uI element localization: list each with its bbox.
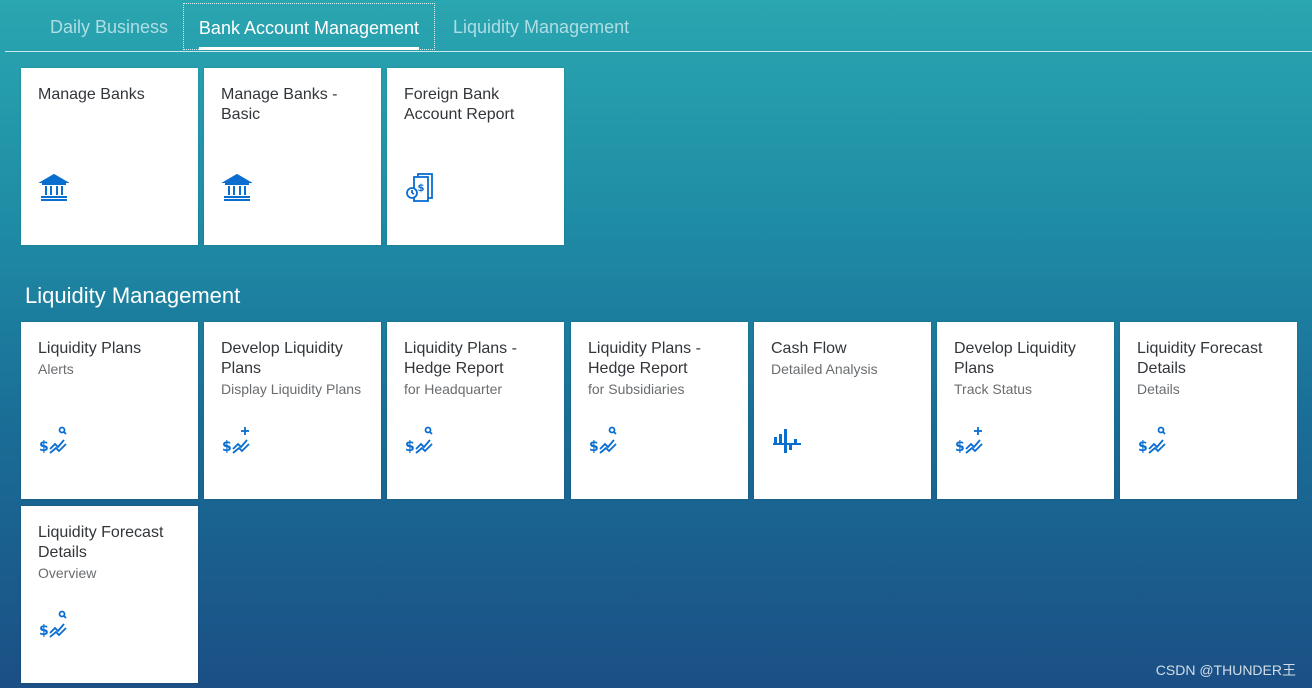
svg-text:$: $ xyxy=(1138,439,1148,455)
bank-icon xyxy=(38,171,70,203)
tile-manage-banks-basic[interactable]: Manage Banks - Basic xyxy=(204,68,381,245)
tile-title: Develop Liquidity Plans Track Status xyxy=(954,339,1102,399)
tile-subtitle: Display Liquidity Plans xyxy=(221,381,362,397)
bank-icon xyxy=(221,171,253,203)
tile-subtitle: Alerts xyxy=(38,361,74,377)
svg-text:$: $ xyxy=(589,439,599,455)
svg-text:$: $ xyxy=(405,439,415,455)
tile-liquidity-forecast-overview[interactable]: Liquidity Forecast Details Overview $ xyxy=(21,506,198,683)
tab-label: Bank Account Management xyxy=(198,18,420,38)
tile-title: Manage Banks - Basic xyxy=(221,86,338,123)
tile-develop-liquidity-plans-display[interactable]: Develop Liquidity Plans Display Liquidit… xyxy=(204,322,381,499)
svg-text:$: $ xyxy=(955,439,965,455)
watermark: CSDN @THUNDER王 xyxy=(1155,662,1296,678)
report-document-icon: $ xyxy=(404,171,436,203)
tile-manage-banks[interactable]: Manage Banks xyxy=(21,68,198,245)
tile-subtitle: Track Status xyxy=(954,381,1033,397)
svg-text:$: $ xyxy=(39,439,49,455)
tile-develop-liquidity-plans-track[interactable]: Develop Liquidity Plans Track Status $ xyxy=(937,322,1114,499)
dollar-trend-search-icon: $ xyxy=(404,425,436,457)
tile-foreign-bank-account-report[interactable]: Foreign Bank Account Report $ xyxy=(387,68,564,245)
tile-title: Liquidity Plans - Hedge Report for Headq… xyxy=(404,339,552,399)
tile-hedge-report-subsidiaries[interactable]: Liquidity Plans - Hedge Report for Subsi… xyxy=(571,322,748,499)
tile-title: Foreign Bank Account Report xyxy=(404,86,515,123)
tile-subtitle: for Subsidiaries xyxy=(588,381,685,397)
dollar-trend-search-icon: $ xyxy=(1137,425,1169,457)
tile-title: Cash Flow Detailed Analysis xyxy=(771,339,919,379)
group-title-liquidity-management: Liquidity Management xyxy=(25,283,241,308)
tab-liquidity-management[interactable]: Liquidity Management xyxy=(453,0,629,51)
dollar-trend-search-icon: $ xyxy=(588,425,620,457)
cash-flow-chart-icon xyxy=(771,425,803,457)
svg-text:$: $ xyxy=(418,183,425,194)
tile-liquidity-plans-alerts[interactable]: Liquidity Plans Alerts $ xyxy=(21,322,198,499)
dollar-trend-search-icon: $ xyxy=(38,609,70,641)
svg-text:$: $ xyxy=(222,439,232,455)
tile-title: Develop Liquidity Plans Display Liquidit… xyxy=(221,339,369,399)
svg-text:$: $ xyxy=(39,623,49,639)
tile-subtitle: Detailed Analysis xyxy=(771,361,878,377)
tile-liquidity-forecast-details[interactable]: Liquidity Forecast Details Details $ xyxy=(1120,322,1297,499)
dollar-trend-search-icon: $ xyxy=(38,425,70,457)
tile-cash-flow-detailed-analysis[interactable]: Cash Flow Detailed Analysis xyxy=(754,322,931,499)
tile-title: Liquidity Plans - Hedge Report for Subsi… xyxy=(588,339,736,399)
tile-title: Liquidity Plans Alerts xyxy=(38,339,186,379)
dollar-trend-add-icon: $ xyxy=(954,425,986,457)
tile-subtitle: Details xyxy=(1137,381,1180,397)
tile-hedge-report-headquarter[interactable]: Liquidity Plans - Hedge Report for Headq… xyxy=(387,322,564,499)
tile-subtitle: for Headquarter xyxy=(404,381,503,397)
tile-title: Liquidity Forecast Details Details xyxy=(1137,339,1285,399)
dollar-trend-add-icon: $ xyxy=(221,425,253,457)
tile-title: Manage Banks xyxy=(38,86,145,103)
bank-group-title-cutoff xyxy=(25,42,265,52)
tile-title: Liquidity Forecast Details Overview xyxy=(38,523,186,583)
tile-subtitle: Overview xyxy=(38,565,97,581)
